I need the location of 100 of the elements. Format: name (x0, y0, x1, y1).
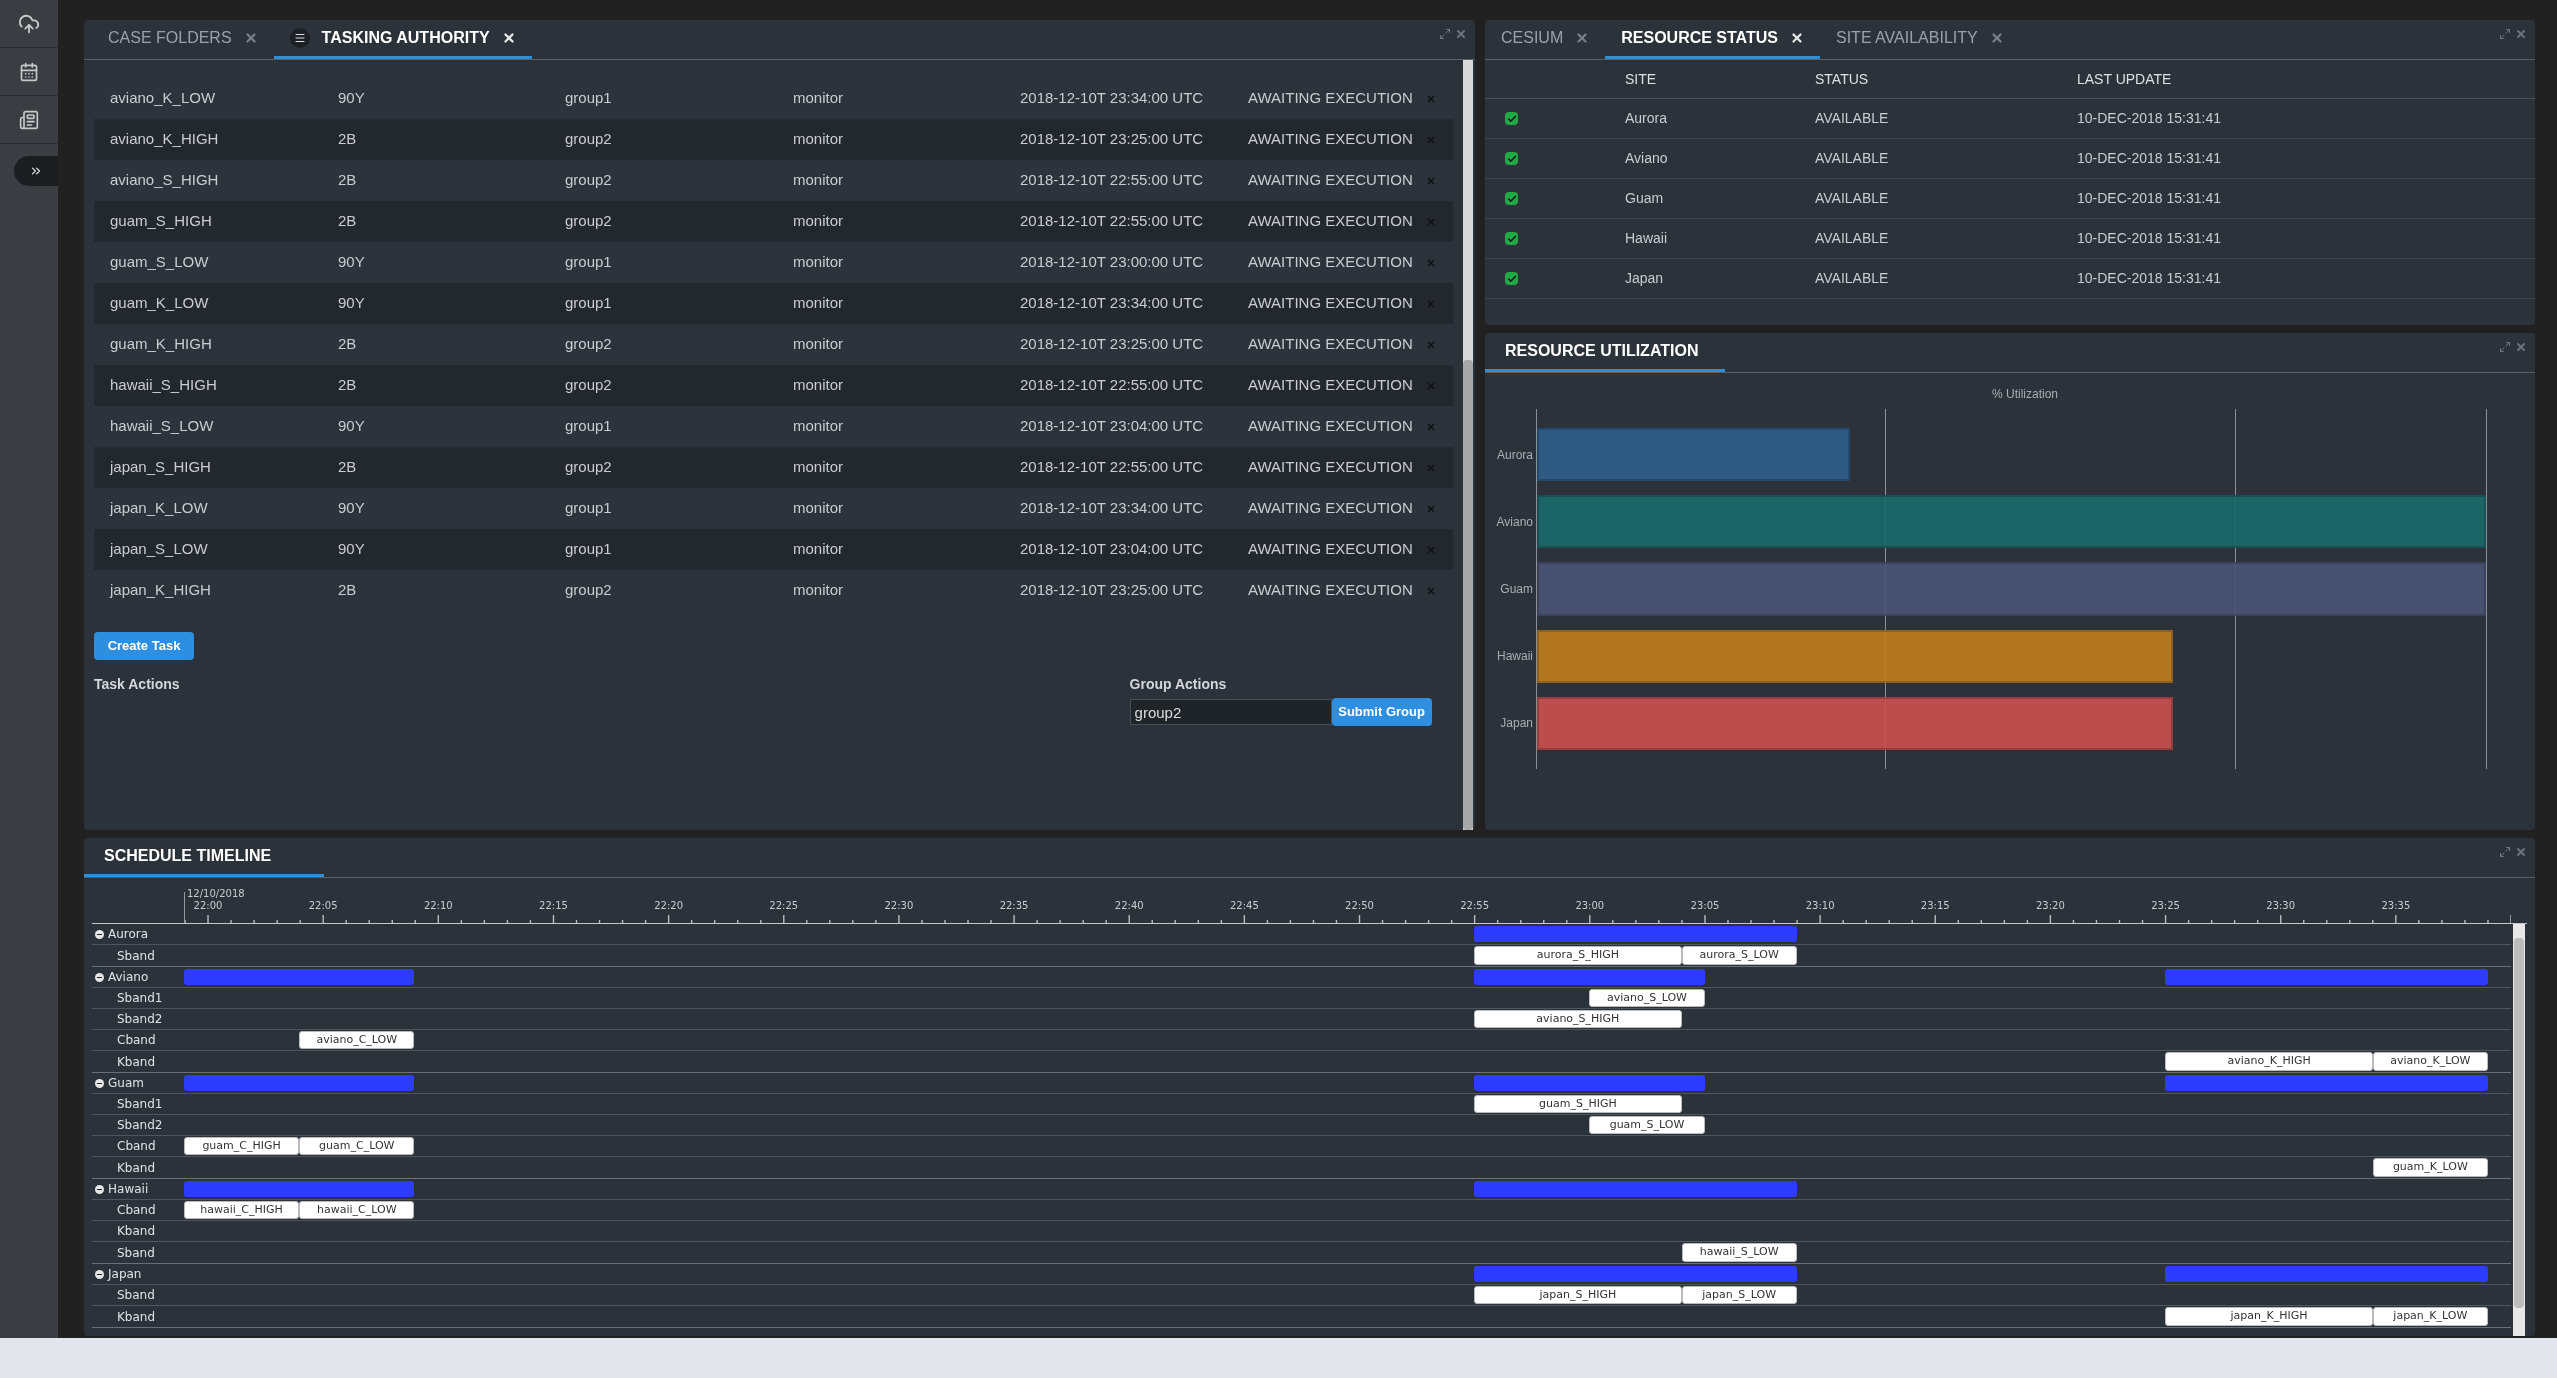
table-cell-text: japan_S_HIGH (110, 457, 212, 478)
collapse-icon[interactable] (95, 1269, 104, 1279)
checkbox[interactable] (1505, 272, 1518, 285)
news-icon[interactable] (19, 109, 39, 130)
task-row[interactable]: japan_S_HIGH 2B group2 monitor 2018-12-10T 22:55:00 UTC AWAITING EXECUTION (94, 447, 1453, 488)
delete-icon[interactable] (1426, 339, 1436, 350)
delete-icon[interactable] (1426, 503, 1436, 514)
panel-tab[interactable]: CASE FOLDERS (92, 20, 274, 59)
delete-icon[interactable] (1426, 175, 1436, 186)
task-item[interactable]: guam_C_HIGH (184, 1137, 300, 1155)
maximize-icon[interactable] (1439, 28, 1451, 40)
scrollbar[interactable] (1463, 60, 1473, 830)
expand-button[interactable] (14, 156, 58, 186)
task-item[interactable]: japan_K_LOW (2372, 1307, 2488, 1326)
group-label[interactable]: Aurora (108, 925, 149, 943)
table-cell-text: monitor (793, 211, 845, 232)
delete-icon[interactable] (1426, 585, 1436, 596)
panel-tab[interactable]: RESOURCE STATUS (1605, 20, 1820, 59)
group-label[interactable]: Aviano (108, 968, 149, 986)
task-item[interactable]: japan_S_HIGH (1474, 1286, 1682, 1304)
table-cell-text: 2018-12-10T 22:55:00 UTC (1020, 211, 1205, 232)
checkbox[interactable] (1505, 232, 1518, 245)
delete-icon[interactable] (1426, 421, 1436, 432)
table-cell-text: AWAITING EXECUTION (1248, 539, 1414, 560)
cloud-upload-icon[interactable] (18, 12, 40, 35)
task-item[interactable]: guam_S_HIGH (1474, 1095, 1682, 1113)
task-item[interactable]: aviano_S_LOW (1589, 989, 1705, 1007)
time-tick-label: 23:20 (2036, 899, 2065, 913)
task-item[interactable]: aurora_S_LOW (1681, 946, 1797, 965)
table-cell-text: AWAITING EXECUTION (1248, 580, 1414, 601)
checkbox[interactable] (1505, 112, 1518, 125)
task-item[interactable]: japan_K_HIGH (2165, 1307, 2373, 1326)
maximize-icon[interactable] (2499, 28, 2511, 40)
panel-tab[interactable]: CESIUM (1485, 20, 1606, 59)
group-label[interactable]: Japan (108, 1265, 142, 1283)
task-row[interactable]: guam_S_HIGH 2B group2 monitor 2018-12-10T 22:55:00 UTC AWAITING EXECUTION (94, 201, 1453, 242)
column-header: STATUS (1815, 69, 1870, 89)
group-label[interactable]: Guam (108, 1074, 144, 1092)
panel-tab[interactable]: SITE AVAILABILITY (1820, 20, 2020, 59)
table-cell-text: AWAITING EXECUTION (1248, 252, 1414, 273)
task-row[interactable]: hawaii_S_HIGH 2B group2 monitor 2018-12-10T 22:55:00 UTC AWAITING EXECUTION (94, 365, 1453, 406)
close-icon[interactable] (1790, 31, 1804, 45)
table-cell-text: monitor (793, 293, 845, 314)
panel-tab[interactable]: TASKING AUTHORITY (273, 20, 532, 59)
group-input-field[interactable]: group2 (1129, 699, 1332, 725)
table-cell-text: guam_K_LOW (110, 293, 210, 314)
table-cell-text: 2B (338, 129, 358, 150)
delete-icon[interactable] (1426, 93, 1436, 104)
task-item[interactable]: aviano_C_LOW (299, 1031, 415, 1049)
time-tick-label: 23:35 (2381, 899, 2411, 913)
task-item[interactable]: japan_S_LOW (1681, 1286, 1797, 1304)
calendar-icon[interactable] (19, 61, 39, 82)
lane-label: Cband (117, 1202, 156, 1219)
table-cell-text: 90Y (338, 252, 366, 273)
maximize-icon[interactable] (2499, 341, 2511, 353)
category-label: Hawaii (1497, 648, 1533, 666)
delete-icon[interactable] (1426, 257, 1436, 268)
lane-label: Sband (117, 1244, 155, 1262)
task-row[interactable]: japan_S_LOW 90Y group1 monitor 2018-12-10T 23:04:00 UTC AWAITING EXECUTION (94, 529, 1453, 570)
time-tick-label: 22:35 (999, 899, 1029, 913)
time-tick-label: 22:20 (654, 899, 683, 913)
group-label[interactable]: Hawaii (108, 1180, 149, 1198)
maximize-icon[interactable] (2499, 846, 2511, 858)
table-cell-text: group2 (565, 129, 613, 150)
task-item[interactable]: hawaii_C_HIGH (184, 1201, 300, 1219)
collapse-icon[interactable] (95, 1078, 104, 1088)
table-cell-text: AWAITING EXECUTION (1248, 416, 1414, 437)
table-cell-text: AWAITING EXECUTION (1248, 129, 1414, 150)
time-tick-label: 22:10 (423, 899, 453, 913)
task-item[interactable]: aviano_S_HIGH (1474, 1010, 1682, 1028)
table-cell-text: AVAILABLE (1815, 109, 1890, 128)
task-item[interactable]: aviano_K_HIGH (2165, 1052, 2373, 1071)
task-item[interactable]: guam_K_LOW (2372, 1158, 2488, 1177)
close-icon[interactable] (501, 31, 516, 45)
table-cell-text: monitor (793, 334, 845, 355)
scrollbar[interactable] (2513, 924, 2525, 1336)
task-item[interactable]: aviano_K_LOW (2372, 1052, 2488, 1071)
time-tick-label: 22:55 (1460, 899, 1490, 913)
task-row[interactable]: aviano_K_HIGH 2B group2 monitor 2018-12-10T 23:25:00 UTC AWAITING EXECUTION (94, 119, 1453, 160)
task-item[interactable]: guam_C_LOW (299, 1137, 415, 1155)
table-cell-text: Aurora (1625, 109, 1669, 128)
table-cell-text: japan_K_HIGH (110, 580, 212, 601)
checkbox[interactable] (1505, 152, 1518, 165)
time-tick-label: 22:40 (1114, 899, 1144, 913)
task-item[interactable]: guam_S_LOW (1589, 1116, 1705, 1134)
table-cell-text: AVAILABLE (1815, 269, 1890, 288)
task-item[interactable]: hawaii_C_LOW (299, 1201, 415, 1219)
table-cell-text: 2018-12-10T 23:04:00 UTC (1020, 416, 1205, 437)
category-label: Guam (1500, 581, 1533, 598)
collapse-icon[interactable] (95, 929, 104, 939)
table-cell-text: 2018-12-10T 22:55:00 UTC (1020, 457, 1205, 478)
task-row[interactable]: guam_K_LOW 90Y group1 monitor 2018-12-10T 23:34:00 UTC AWAITING EXECUTION (94, 283, 1453, 324)
table-cell-text: group1 (565, 88, 613, 109)
collapse-icon[interactable] (95, 1184, 104, 1194)
collapse-icon[interactable] (95, 972, 104, 982)
checkbox[interactable] (1505, 192, 1518, 205)
time-tick-label: 23:10 (1805, 899, 1835, 913)
task-item[interactable]: aurora_S_HIGH (1474, 946, 1682, 965)
time-tick-label: 22:50 (1345, 899, 1374, 913)
task-item[interactable]: hawaii_S_LOW (1681, 1243, 1797, 1262)
